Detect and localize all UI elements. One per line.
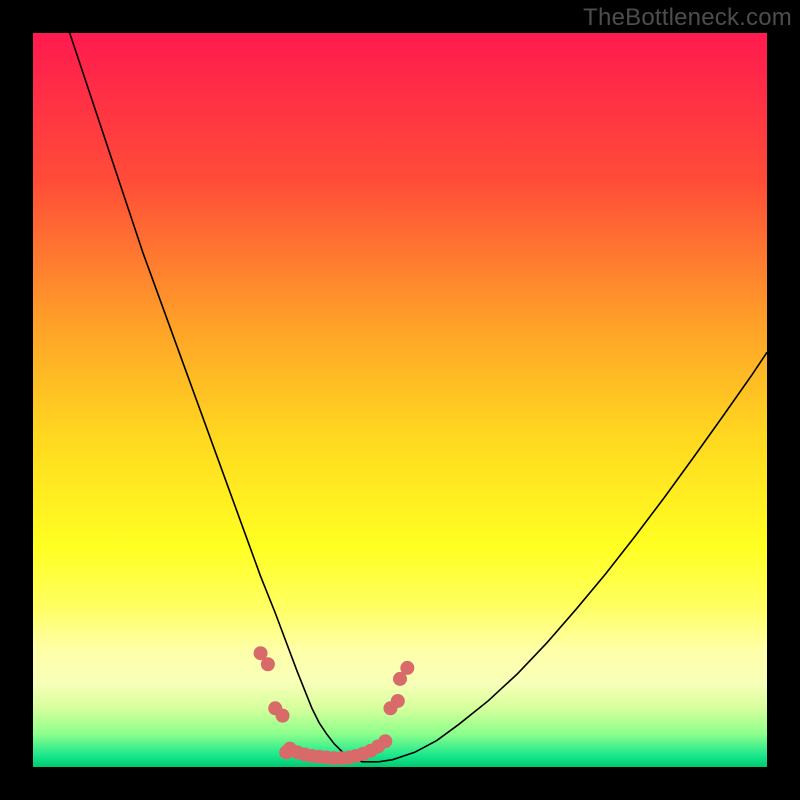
chart-svg bbox=[33, 33, 767, 767]
data-point bbox=[391, 694, 405, 708]
data-point bbox=[378, 734, 392, 748]
data-point bbox=[276, 709, 290, 723]
data-point bbox=[400, 661, 414, 675]
data-point bbox=[261, 657, 275, 671]
chart-frame: TheBottleneck.com bbox=[0, 0, 800, 800]
gradient-background bbox=[33, 33, 767, 767]
watermark-label: TheBottleneck.com bbox=[583, 4, 792, 32]
plot-area bbox=[33, 33, 767, 767]
